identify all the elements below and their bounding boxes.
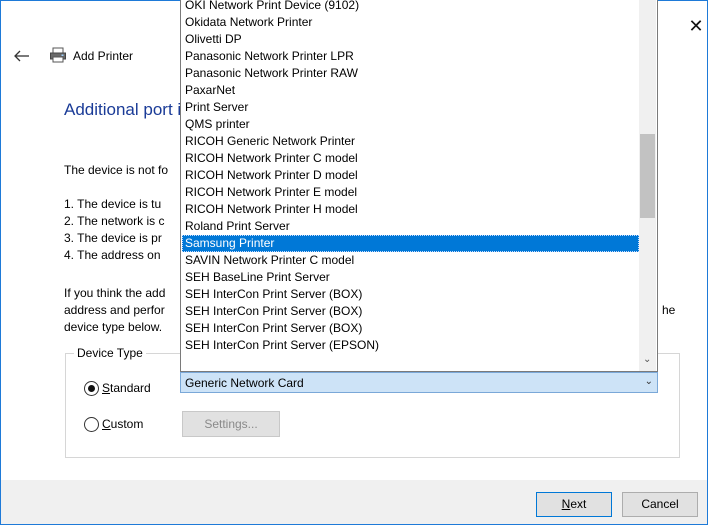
- list-item: 2. The network is c: [64, 214, 165, 228]
- device-type-dropdown-list[interactable]: OKI Network Print Device (9102) Okidata N…: [180, 0, 658, 372]
- dropdown-option[interactable]: Panasonic Network Printer LPR: [182, 48, 639, 65]
- scrollbar-thumb[interactable]: [640, 134, 655, 218]
- page-heading: Additional port i: [64, 100, 182, 119]
- dropdown-option[interactable]: Roland Print Server: [182, 218, 639, 235]
- dropdown-option[interactable]: SEH InterCon Print Server (BOX): [182, 286, 639, 303]
- dropdown-option[interactable]: RICOH Generic Network Printer: [182, 133, 639, 150]
- device-type-label: Device Type: [74, 346, 146, 360]
- dropdown-option[interactable]: SEH InterCon Print Server (BOX): [182, 303, 639, 320]
- radio-selected-dot: [88, 385, 95, 392]
- custom-radio[interactable]: [84, 417, 99, 432]
- advice-text-line: If you think the add: [64, 286, 166, 300]
- advice-text-line: device type below.: [64, 320, 163, 334]
- dropdown-option[interactable]: RICOH Network Printer C model: [182, 150, 639, 167]
- list-item: 1. The device is tu: [64, 197, 162, 211]
- list-item: 4. The address on: [64, 248, 161, 262]
- dropdown-option[interactable]: QMS printer: [182, 116, 639, 133]
- dropdown-option[interactable]: RICOH Network Printer E model: [182, 184, 639, 201]
- custom-radio-label[interactable]: Custom: [102, 417, 143, 431]
- intro-text: The device is not fo: [64, 163, 169, 177]
- settings-button: Settings...: [182, 411, 280, 437]
- dropdown-option[interactable]: RICOH Network Printer H model: [182, 201, 639, 218]
- dropdown-option[interactable]: Olivetti DP: [182, 31, 639, 48]
- dropdown-option[interactable]: OKI Network Print Device (9102): [182, 0, 639, 14]
- standard-radio-label[interactable]: Standard: [102, 381, 151, 395]
- dropdown-option[interactable]: PaxarNet: [182, 82, 639, 99]
- dropdown-option[interactable]: Panasonic Network Printer RAW: [182, 65, 639, 82]
- advice-text-tail: he: [662, 303, 676, 317]
- standard-radio[interactable]: [84, 381, 99, 396]
- window-title: Add Printer: [73, 49, 134, 63]
- dropdown-option[interactable]: RICOH Network Printer D model: [182, 167, 639, 184]
- dropdown-option[interactable]: SEH InterCon Print Server (EPSON): [182, 337, 639, 354]
- chevron-down-icon[interactable]: ⌄: [645, 376, 653, 387]
- dropdown-option[interactable]: SEH InterCon Print Server (BOX): [182, 320, 639, 337]
- printer-icon: [50, 47, 66, 63]
- chevron-down-icon[interactable]: ⌄: [643, 354, 651, 365]
- advice-text-line: address and perfor: [64, 303, 165, 317]
- scrollbar[interactable]: ⌄: [639, 0, 656, 371]
- dropdown-option[interactable]: SEH BaseLine Print Server: [182, 269, 639, 286]
- dropdown-option[interactable]: Okidata Network Printer: [182, 14, 639, 31]
- device-type-combobox[interactable]: Generic Network Card ⌄: [180, 372, 658, 393]
- close-icon[interactable]: ✕: [686, 16, 706, 36]
- next-button[interactable]: Next: [536, 492, 612, 517]
- combobox-value: Generic Network Card: [185, 376, 304, 390]
- cancel-button[interactable]: Cancel: [622, 492, 698, 517]
- back-arrow-icon[interactable]: [13, 48, 31, 64]
- dropdown-option[interactable]: Print Server: [182, 99, 639, 116]
- list-item: 3. The device is pr: [64, 231, 162, 245]
- dropdown-option[interactable]: SAVIN Network Printer C model: [182, 252, 639, 269]
- dropdown-option[interactable]: Samsung Printer: [182, 235, 639, 252]
